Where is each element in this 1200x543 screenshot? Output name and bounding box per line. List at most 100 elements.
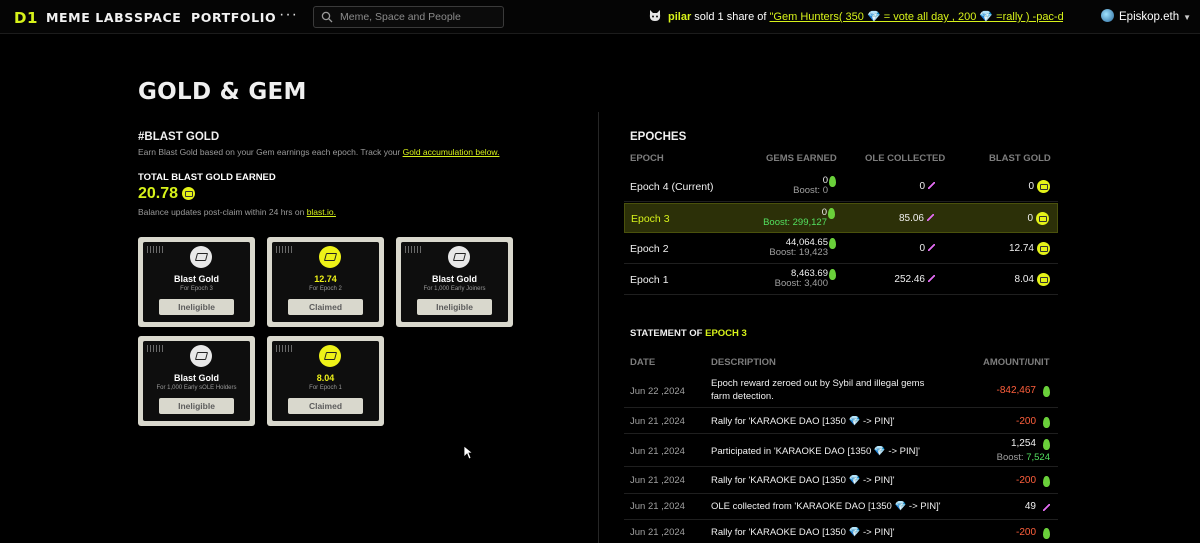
search-input[interactable] <box>340 9 500 25</box>
row-boost: Boost: 7,524 <box>996 452 1050 463</box>
statement-row: Jun 22 ,2024 Epoch reward zeroed out by … <box>624 374 1058 408</box>
col-header-date: DATE <box>630 357 656 368</box>
ole-icon <box>1043 504 1050 511</box>
gem-icon <box>1043 386 1050 397</box>
cat-avatar-icon <box>649 10 661 21</box>
nav-portfolio[interactable]: PORTFOLIO <box>191 10 276 25</box>
col-header-ole: OLE COLLECTED <box>865 153 946 164</box>
gems-boost: Boost: 299,127 <box>763 217 827 228</box>
epoch-name: Epoch 3 <box>631 213 670 225</box>
balance-note: Balance updates post-claim within 24 hrs… <box>138 207 336 217</box>
gold-bar-icon <box>190 246 212 268</box>
row-date: Jun 21 ,2024 <box>630 475 685 486</box>
ole-collected: 85.06 <box>899 213 934 224</box>
mouse-cursor-icon <box>463 445 473 460</box>
account-menu[interactable]: Episkop.eth ▼ <box>1101 9 1191 23</box>
card-title: Blast Gold <box>173 274 219 284</box>
card-title: 12.74 <box>314 274 337 284</box>
gold-accumulation-link[interactable]: Gold accumulation below. <box>403 147 500 157</box>
nav-meme-labs[interactable]: MEME LABS <box>46 10 134 25</box>
gems-boost: Boost: 0 <box>793 185 828 196</box>
column-divider <box>598 112 599 543</box>
row-amount: 49 <box>1024 501 1036 512</box>
blast-gold-description: Earn Blast Gold based on your Gem earnin… <box>138 147 500 157</box>
gems-boost: Boost: 3,400 <box>774 278 828 289</box>
ticker-text: sold 1 share of <box>691 11 770 23</box>
card-subtitle: For 1,000 Early sOLE Holders <box>156 385 237 391</box>
statement-row: Jun 21 ,2024 Rally for 'KARAOKE DAO [135… <box>624 467 1058 494</box>
row-date: Jun 21 ,2024 <box>630 446 685 457</box>
claimed-button[interactable]: Claimed <box>288 398 363 414</box>
row-description: Rally for 'KARAOKE DAO [1350 💎 -> PIN]' <box>711 527 895 538</box>
gems-boost: Boost: 19,423 <box>769 247 828 258</box>
epoch-name: Epoch 2 <box>630 243 669 255</box>
account-name: Episkop.eth <box>1119 11 1180 23</box>
nav-space[interactable]: SPACE <box>134 10 181 25</box>
row-date: Jun 21 ,2024 <box>630 527 685 538</box>
epoch-row[interactable]: Epoch 2 44,064.65 Boost: 19,423 0 12.74 <box>624 234 1058 264</box>
ole-icon <box>927 214 934 221</box>
ole-icon <box>928 182 935 189</box>
col-header-amount: AMOUNT/UNIT <box>983 357 1050 368</box>
ineligible-button[interactable]: Ineligible <box>417 299 492 315</box>
total-value: 20.78 <box>138 185 196 203</box>
epoch-name: Epoch 1 <box>630 274 669 286</box>
blast-gold-title: #BLAST GOLD <box>138 131 220 143</box>
blast-io-link[interactable]: blast.io. <box>307 207 336 217</box>
claimed-button[interactable]: Claimed <box>288 299 363 315</box>
epoch-row-selected[interactable]: Epoch 3 0 Boost: 299,127 85.06 0 <box>624 203 1058 233</box>
card-subtitle: For 1,000 Early Joiners <box>423 286 486 292</box>
blast-gold-coin-icon <box>1037 242 1050 255</box>
reward-card: Blast Gold For 1,000 Early Joiners Ineli… <box>396 237 513 327</box>
ineligible-button[interactable]: Ineligible <box>159 398 234 414</box>
col-header-blast-gold: BLAST GOLD <box>989 153 1051 164</box>
gem-icon <box>1043 417 1050 428</box>
gem-icon <box>829 269 836 280</box>
card-title: Blast Gold <box>431 274 477 284</box>
ole-collected: 252.46 <box>894 274 935 285</box>
row-date: Jun 22 ,2024 <box>630 386 685 397</box>
row-date: Jun 21 ,2024 <box>630 416 685 427</box>
blast-gold-value: 0 <box>1028 181 1034 192</box>
card-title: Blast Gold <box>173 373 219 383</box>
ticker-link[interactable]: "Gem Hunters( 350 💎 = vote all day , 200… <box>770 11 1063 23</box>
blast-gold-value: 8.04 <box>1014 274 1034 285</box>
card-title: 8.04 <box>316 373 335 383</box>
more-menu-icon[interactable]: ··· <box>279 6 298 24</box>
blast-gold-value: 0 <box>1027 213 1033 224</box>
blast-gold-coin-icon <box>1037 273 1050 286</box>
blast-gold-coin-icon <box>182 187 196 200</box>
card-subtitle: For Epoch 2 <box>309 286 342 292</box>
blast-gold-value: 12.74 <box>1008 243 1034 254</box>
row-amount: -200 <box>1015 475 1036 486</box>
row-date: Jun 21 ,2024 <box>630 501 685 512</box>
page-title: GOLD & GEM <box>138 79 307 105</box>
ole-icon <box>928 244 935 251</box>
chevron-down-icon: ▼ <box>1183 13 1192 22</box>
ineligible-button[interactable]: Ineligible <box>159 299 234 315</box>
blast-gold-coin-icon <box>1037 180 1050 193</box>
activity-ticker[interactable]: pilar sold 1 share of "Gem Hunters( 350 … <box>648 10 1063 26</box>
reward-card: Blast Gold For 1,000 Early sOLE Holders … <box>138 336 255 426</box>
avatar <box>1101 9 1114 22</box>
row-description: Participated in 'KARAOKE DAO [1350 💎 -> … <box>711 446 920 457</box>
search-box[interactable] <box>313 6 504 28</box>
row-amount: -200 <box>1015 527 1036 538</box>
gem-icon <box>828 208 835 219</box>
row-amount: -842,467 <box>996 385 1036 396</box>
d1-logo[interactable]: D1 <box>14 9 38 27</box>
epoch-name: Epoch 4 (Current) <box>630 181 714 193</box>
gold-bar-icon <box>448 246 470 268</box>
gem-icon <box>1043 528 1050 539</box>
gold-bar-icon <box>319 345 341 367</box>
ole-icon <box>928 275 935 282</box>
gold-bar-icon <box>319 246 341 268</box>
col-header-description: DESCRIPTION <box>711 357 776 368</box>
epoch-row[interactable]: Epoch 4 (Current) 0 Boost: 0 0 0 <box>624 172 1058 202</box>
ticker-user[interactable]: pilar <box>668 11 691 23</box>
gem-icon <box>829 176 836 187</box>
top-nav: D1 MEME LABS SPACE PORTFOLIO ··· pilar s… <box>0 0 1200 34</box>
epoch-row[interactable]: Epoch 1 8,463.69 Boost: 3,400 252.46 8.0… <box>624 265 1058 295</box>
reward-card: 12.74 For Epoch 2 Claimed <box>267 237 384 327</box>
row-description: Rally for 'KARAOKE DAO [1350 💎 -> PIN]' <box>711 416 895 427</box>
